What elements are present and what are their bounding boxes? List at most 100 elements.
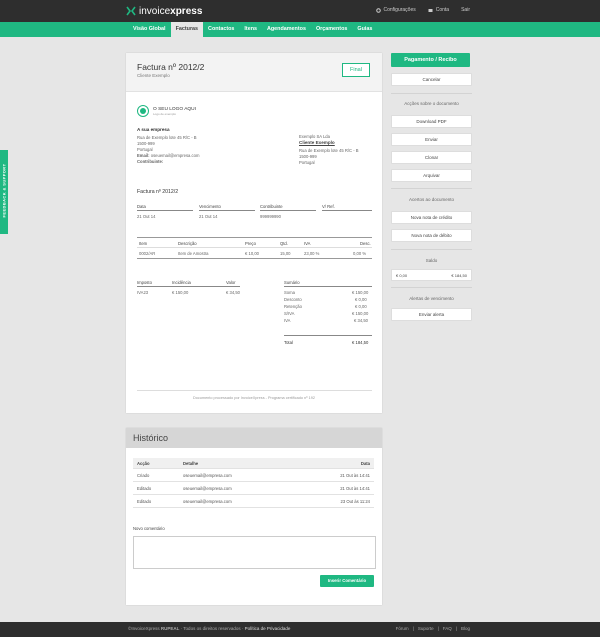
summary-label-discount: Desconto xyxy=(284,297,302,302)
history-header: Histórico xyxy=(126,428,382,448)
client-address: Rua de Exemplo lote 45 R/C - B xyxy=(299,148,359,153)
nav-quotes[interactable]: Orçamentos xyxy=(311,22,352,37)
client-postal: 1500-999 xyxy=(299,154,317,159)
item-header-description: Descrição xyxy=(178,241,197,246)
archive-button[interactable]: Arquivar xyxy=(391,169,472,182)
nav-overview[interactable]: Visão Global xyxy=(128,22,171,37)
comment-label: Novo comentário xyxy=(133,526,165,531)
summary-label-vat: IVA xyxy=(284,318,291,323)
account-icon xyxy=(428,8,433,12)
tax-header-value: Valor xyxy=(226,280,236,285)
table-row: Criado oseuemail@empresa.com 21 Out às 1… xyxy=(133,469,374,482)
meta-header-due: Vencimento xyxy=(199,204,221,209)
item-header-vat: IVA xyxy=(304,241,311,246)
tax-header-base: Incidência xyxy=(172,280,191,285)
cancel-button[interactable]: Cancelar xyxy=(391,73,472,86)
feedback-support-tab[interactable]: FEEDBACK & SUPPORT xyxy=(0,150,8,234)
config-link[interactable]: Configurações xyxy=(375,7,416,13)
table-row: Editado oseuemail@empresa.com 23 Out às … xyxy=(133,495,374,508)
item-header-price: Preço xyxy=(245,241,256,246)
history-table: Acção Detalhe Data Criado oseuemail@empr… xyxy=(133,458,374,508)
new-credit-note-button[interactable]: Nova nota de crédito xyxy=(391,211,472,224)
status-final-button[interactable]: Final xyxy=(342,63,370,77)
tax-base: € 150,00 xyxy=(172,290,189,295)
nav-invoices[interactable]: Facturas xyxy=(170,22,204,37)
item-header-discount: Desc. xyxy=(360,241,371,246)
meta-value-due: 21 Out 14 xyxy=(199,214,218,219)
document-footer-note: Documento processado por InvoiceXpress -… xyxy=(193,396,315,400)
top-bar: invoice xpress Configurações Conta Sair xyxy=(0,0,600,22)
logo-placeholder: O SEU LOGO AQUI Logo de exemplo xyxy=(137,105,196,117)
send-alert-button[interactable]: Enviar alerta xyxy=(391,308,472,321)
item-header-item: Item xyxy=(139,241,148,246)
summary-value-withholding: € 0,00 xyxy=(355,304,367,309)
account-link[interactable]: Conta xyxy=(428,7,449,13)
company-country: Portugal xyxy=(137,147,153,152)
summary-value-discount: € 0,00 xyxy=(355,297,367,302)
due-alerts-title: Alertas de vencimento xyxy=(409,296,454,301)
meta-header-taxpayer: Contribuinte xyxy=(260,204,283,209)
feedback-label: FEEDBACK & SUPPORT xyxy=(1,163,7,218)
history-title: Histórico xyxy=(133,433,169,443)
comment-textarea[interactable] xyxy=(133,536,376,569)
download-pdf-button[interactable]: Download PDF xyxy=(391,115,472,128)
company-name: A sua empresa xyxy=(137,127,170,132)
document-client: Cliente Exemplo xyxy=(137,73,170,78)
tax-header-tax: Imposto xyxy=(137,280,152,285)
summary-label-novat: S/IVA xyxy=(284,311,295,316)
item-code: 0002/AR xyxy=(139,251,156,256)
meta-header-date: Data xyxy=(137,204,146,209)
actions-title: Acções sobre o documento xyxy=(404,101,459,106)
new-debit-note-button[interactable]: Nova nota de débito xyxy=(391,229,472,242)
summary-total-value: € 184,50 xyxy=(352,340,369,345)
summary-title: Sumário xyxy=(284,280,300,285)
footer-link-support[interactable]: Suporte xyxy=(418,626,434,631)
app-logo[interactable]: invoice xpress xyxy=(126,5,202,17)
client-name-link[interactable]: Cliente Exemplo xyxy=(299,140,335,145)
invoicexpress-logo-icon xyxy=(126,6,136,16)
client-company: Exemplo SA Lda xyxy=(299,134,330,139)
main-nav-bar: Visão Global Facturas Contactos Itens Ag… xyxy=(0,22,600,37)
summary-total-label: Total xyxy=(284,340,293,345)
meta-header-ref: V/ Ref. xyxy=(322,204,335,209)
meta-value-date: 21 Out 14 xyxy=(137,214,156,219)
send-button[interactable]: Enviar xyxy=(391,133,472,146)
main-nav: Visão Global Facturas Contactos Itens Ag… xyxy=(128,22,377,37)
nav-items[interactable]: Itens xyxy=(239,22,262,37)
tax-name: IVA23 xyxy=(137,290,149,295)
history-panel: Histórico Acção Detalhe Data Criado oseu… xyxy=(126,428,382,605)
footer-copyright: ©InvoiceXpress RUPEAL · Todos os direito… xyxy=(128,626,291,631)
adjustments-title: Acertos ao documento xyxy=(408,197,455,202)
payment-receipt-button[interactable]: Pagamento / Recibo xyxy=(391,53,470,67)
item-discount: 0,00 % xyxy=(353,251,367,256)
history-table-header: Acção Detalhe Data xyxy=(133,458,374,469)
footer-link-faq[interactable]: FAQ xyxy=(443,626,452,631)
footer-link-forum[interactable]: Fórum xyxy=(396,626,409,631)
invoice-number-label: Factura nº 2012/2 xyxy=(137,189,179,195)
client-country: Portugal xyxy=(299,160,315,165)
company-postal: 1500-999 xyxy=(137,141,155,146)
top-links: Configurações Conta Sair xyxy=(375,7,470,13)
company-address: Rua de Exemplo lote 45 R/C - B xyxy=(137,135,197,140)
logout-link[interactable]: Sair xyxy=(461,7,470,13)
privacy-policy-link[interactable]: Política de Privacidade xyxy=(245,626,291,631)
logo-placeholder-text: O SEU LOGO AQUI xyxy=(153,106,196,112)
footer-link-blog[interactable]: Blog xyxy=(461,626,470,631)
invoice-document: Factura nº 2012/2 Cliente Exemplo Final … xyxy=(126,53,382,413)
logo-circle-icon xyxy=(137,105,149,117)
balance-box: € 0,00 € 184,50 xyxy=(391,269,472,281)
item-price: € 10,00 xyxy=(245,251,259,256)
nav-schedules[interactable]: Agendamentos xyxy=(262,22,311,37)
item-qty: 15,00 xyxy=(280,251,291,256)
footer-links: Fórum | Suporte | FAQ | Blog xyxy=(395,626,470,631)
nav-guides[interactable]: Guias xyxy=(352,22,377,37)
document-title: Factura nº 2012/2 xyxy=(137,62,205,72)
summary-value-vat: € 34,50 xyxy=(354,318,368,323)
insert-comment-button[interactable]: Inserir Comentário xyxy=(320,575,374,587)
summary-label-sum: Soma xyxy=(284,290,295,295)
nav-contacts[interactable]: Contactos xyxy=(203,22,239,37)
balance-due: € 184,50 xyxy=(451,273,467,278)
logo-text-light: invoice xyxy=(139,5,171,17)
summary-label-withholding: Retenção xyxy=(284,304,302,309)
clone-button[interactable]: Clonar xyxy=(391,151,472,164)
